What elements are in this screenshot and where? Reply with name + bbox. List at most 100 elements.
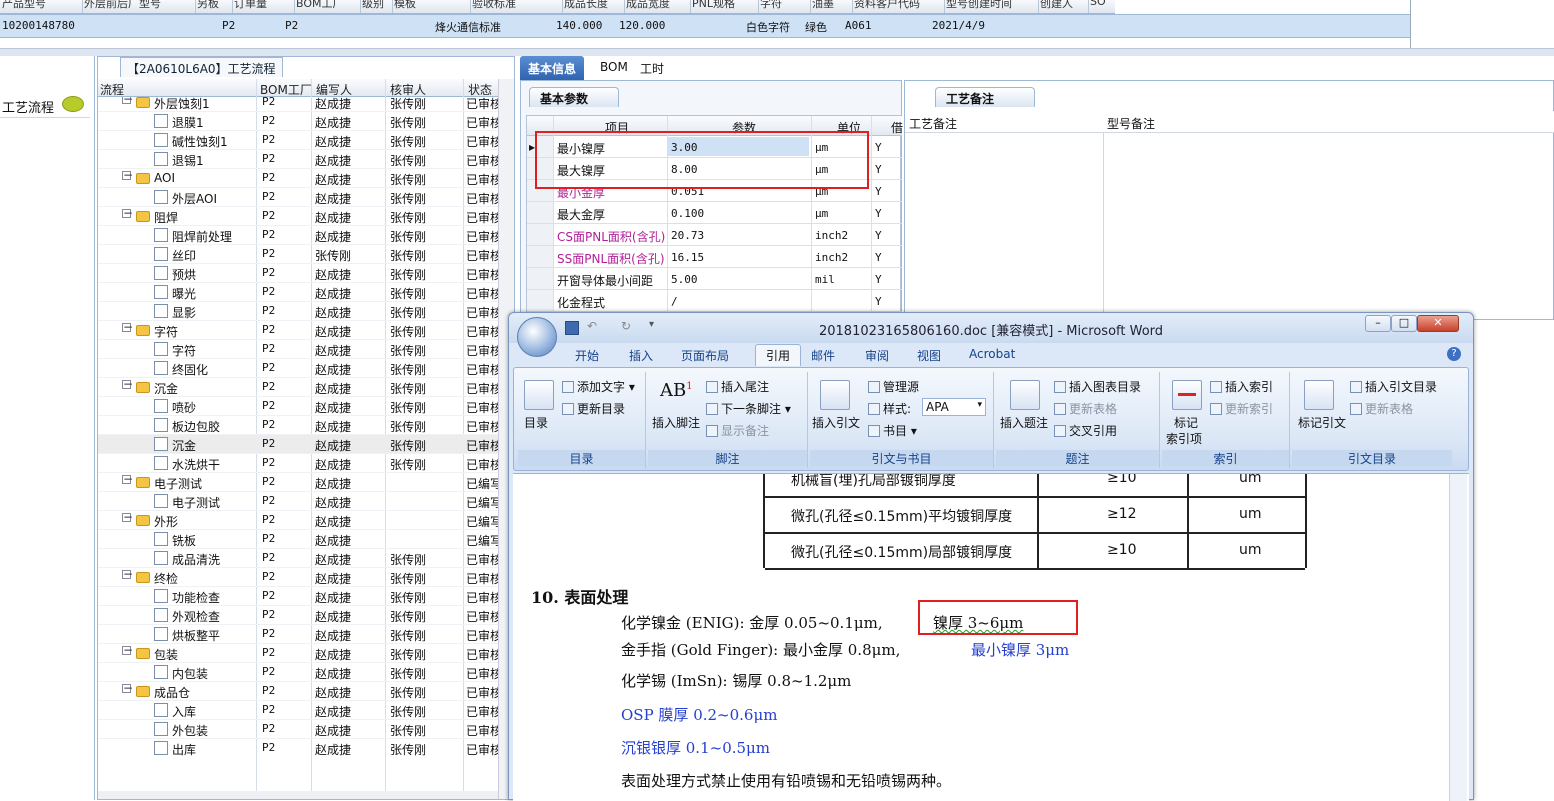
insert-table-of-figures-button[interactable]: 插入图表目录	[1054, 378, 1141, 395]
top-grid-col-header[interactable]: 创建人	[1040, 0, 1073, 11]
save-icon[interactable]	[565, 321, 579, 335]
tab-bom[interactable]: BOM	[592, 56, 636, 80]
process-row[interactable]: 预烘 P2 赵成捷 张传刚 已审核	[98, 264, 498, 283]
update-toa-button[interactable]: 更新表格	[1350, 400, 1413, 417]
process-row[interactable]: 丝印 P2 张传刚 张传刚 已审核	[98, 245, 498, 264]
update-table-button[interactable]: 更新表格	[1054, 400, 1117, 417]
top-grid-col-header[interactable]: 成品宽度	[626, 0, 670, 11]
top-grid-selected-row[interactable]: 10200148780 P2 P2 烽火通信标准 140.000 120.000…	[0, 14, 1410, 38]
basic-params-tab[interactable]: 基本参数	[529, 87, 619, 107]
process-row[interactable]: 退膜1 P2 赵成捷 张传刚 已审核	[98, 112, 498, 131]
top-grid-col-header[interactable]: 字符	[760, 0, 782, 11]
top-grid-col-header[interactable]: 外层前后厂型号	[84, 0, 161, 11]
collapse-toggle-icon[interactable]: −	[122, 97, 133, 105]
param-row[interactable]: 最小金厚 0.051 μm Y	[527, 180, 902, 202]
process-row[interactable]: − 电子测试 P2 赵成捷 已编写	[98, 473, 498, 492]
col-bom[interactable]: BOM工厂	[260, 81, 312, 98]
process-row[interactable]: − 包装 P2 赵成捷 张传刚 已审核	[98, 644, 498, 663]
process-row[interactable]: 喷砂 P2 赵成捷 张传刚 已审核	[98, 397, 498, 416]
process-row[interactable]: − 外层蚀刻1 P2 赵成捷 张传刚 已审核	[98, 97, 498, 112]
collapse-toggle-icon[interactable]: −	[122, 568, 133, 580]
maximize-icon[interactable]: □	[1391, 315, 1417, 332]
process-row[interactable]: 字符 P2 赵成捷 张传刚 已审核	[98, 340, 498, 359]
col-flow[interactable]: 流程	[100, 81, 124, 98]
col-reviewer[interactable]: 核审人	[390, 81, 426, 98]
process-row[interactable]: 板边包胶 P2 赵成捷 张传刚 已审核	[98, 416, 498, 435]
process-row[interactable]: 显影 P2 赵成捷 张传刚 已审核	[98, 302, 498, 321]
top-grid-col-header[interactable]: 模板	[394, 0, 416, 11]
top-grid-col-header[interactable]: BOM工厂	[296, 0, 344, 11]
process-row[interactable]: 水洗烘干 P2 赵成捷 张传刚 已审核	[98, 454, 498, 473]
update-toc-button[interactable]: 更新目录	[562, 400, 625, 417]
process-row[interactable]: − 阻焊 P2 赵成捷 张传刚 已审核	[98, 207, 498, 226]
process-row[interactable]: 内包装 P2 赵成捷 张传刚 已审核	[98, 663, 498, 682]
cross-reference-button[interactable]: 交叉引用	[1054, 422, 1117, 439]
insert-toa-button[interactable]: 插入引文目录	[1350, 378, 1437, 395]
insert-index-button[interactable]: 插入索引	[1210, 378, 1273, 395]
process-row[interactable]: 铣板 P2 赵成捷 已编写	[98, 530, 498, 549]
collapse-toggle-icon[interactable]: −	[122, 169, 133, 181]
process-row[interactable]: − AOI P2 赵成捷 张传刚 已审核	[98, 169, 498, 188]
top-grid-col-header[interactable]: PNL规格	[692, 0, 735, 11]
collapse-toggle-icon[interactable]: −	[122, 207, 133, 219]
process-row[interactable]: 曝光 P2 赵成捷 张传刚 已审核	[98, 283, 498, 302]
process-row[interactable]: 烘板整平 P2 赵成捷 张传刚 已审核	[98, 625, 498, 644]
tab-work-hours[interactable]: 工时	[632, 56, 672, 80]
top-grid-col-header[interactable]: 级别	[362, 0, 384, 11]
process-row[interactable]: 外包装 P2 赵成捷 张传刚 已审核	[98, 720, 498, 739]
process-row[interactable]: 终固化 P2 赵成捷 张传刚 已审核	[98, 359, 498, 378]
process-row[interactable]: 碱性蚀刻1 P2 赵成捷 张传刚 已审核	[98, 131, 498, 150]
mark-entry-button-line2[interactable]: 索引项	[1166, 430, 1202, 447]
col-item[interactable]: 项目	[605, 119, 629, 136]
ribbon-tab[interactable]: 开始	[575, 347, 599, 364]
insert-caption-button[interactable]: 插入题注	[1000, 414, 1048, 431]
process-row[interactable]: − 终检 P2 赵成捷 张传刚 已审核	[98, 568, 498, 587]
manage-sources-button[interactable]: 管理源	[868, 378, 919, 395]
document-area[interactable]: 机械盲(埋)孔局部镀铜厚度 ≥10 um 微孔(孔径≤0.15mm)平均镀铜厚度…	[513, 473, 1469, 801]
top-grid-col-header[interactable]: 成品长度	[564, 0, 608, 11]
update-index-button[interactable]: 更新索引	[1210, 400, 1273, 417]
col-flag[interactable]: 借	[891, 119, 903, 136]
collapse-toggle-icon[interactable]: −	[122, 321, 133, 333]
redo-icon[interactable]: ↻	[621, 319, 631, 333]
process-row[interactable]: 外观检查 P2 赵成捷 张传刚 已审核	[98, 606, 498, 625]
tab-basic-info[interactable]: 基本信息	[520, 56, 585, 80]
insert-endnote-button[interactable]: 插入尾注	[706, 378, 769, 395]
col-writer[interactable]: 编写人	[316, 81, 352, 98]
collapse-toggle-icon[interactable]: −	[122, 378, 133, 390]
process-row[interactable]: 退锡1 P2 赵成捷 张传刚 已审核	[98, 150, 498, 169]
ribbon-tab[interactable]: 审阅	[865, 347, 889, 364]
mark-citation-button[interactable]: 标记引文	[1298, 414, 1346, 431]
collapse-toggle-icon[interactable]: −	[122, 511, 133, 523]
process-row[interactable]: 成品清洗 P2 赵成捷 张传刚 已审核	[98, 549, 498, 568]
top-grid-col-header[interactable]: 资料客户代码	[854, 0, 920, 11]
add-text-button[interactable]: 添加文字 ▾	[562, 378, 635, 395]
top-grid-col-header[interactable]: SO	[1090, 0, 1106, 8]
collapse-toggle-icon[interactable]: −	[122, 644, 133, 656]
process-row[interactable]: 出库 P2 赵成捷 张传刚 已审核	[98, 739, 498, 757]
process-flow-nav-item[interactable]: 工艺流程	[0, 92, 90, 118]
top-grid-col-header[interactable]: 订单量	[234, 0, 267, 11]
collapse-toggle-icon[interactable]: −	[122, 473, 133, 485]
param-row[interactable]: ▸ 最小镍厚 3.00 μm Y	[527, 136, 902, 158]
horizontal-splitter[interactable]	[0, 48, 1554, 56]
ribbon-tab[interactable]: 邮件	[811, 347, 835, 364]
top-grid-col-header[interactable]: 型号创建时间	[946, 0, 1012, 11]
param-row[interactable]: 化金程式 / Y	[527, 290, 902, 312]
param-row[interactable]: 最大镍厚 8.00 μm Y	[527, 158, 902, 180]
param-row[interactable]: CS面PNL面积(含孔) 20.73 inch2 Y	[527, 224, 902, 246]
close-icon[interactable]: ✕	[1417, 315, 1459, 332]
insert-footnote-button[interactable]: 插入脚注	[652, 414, 700, 431]
show-notes-button[interactable]: 显示备注	[706, 422, 769, 439]
top-grid-col-header[interactable]: 验收标准	[472, 0, 516, 11]
process-horizontal-scrollbar[interactable]	[98, 791, 498, 799]
process-remark-tab[interactable]: 工艺备注	[935, 87, 1035, 107]
help-icon[interactable]: ?	[1447, 347, 1461, 361]
top-grid-col-header[interactable]: 另板	[197, 0, 219, 11]
collapse-toggle-icon[interactable]: −	[122, 682, 133, 694]
minimize-icon[interactable]: –	[1365, 315, 1391, 332]
next-footnote-button[interactable]: 下一条脚注 ▾	[706, 400, 791, 417]
process-row[interactable]: − 沉金 P2 赵成捷 张传刚 已审核	[98, 378, 498, 397]
process-row[interactable]: 阻焊前处理 P2 赵成捷 张传刚 已审核	[98, 226, 498, 245]
top-grid-col-header[interactable]: 油墨	[812, 0, 834, 11]
